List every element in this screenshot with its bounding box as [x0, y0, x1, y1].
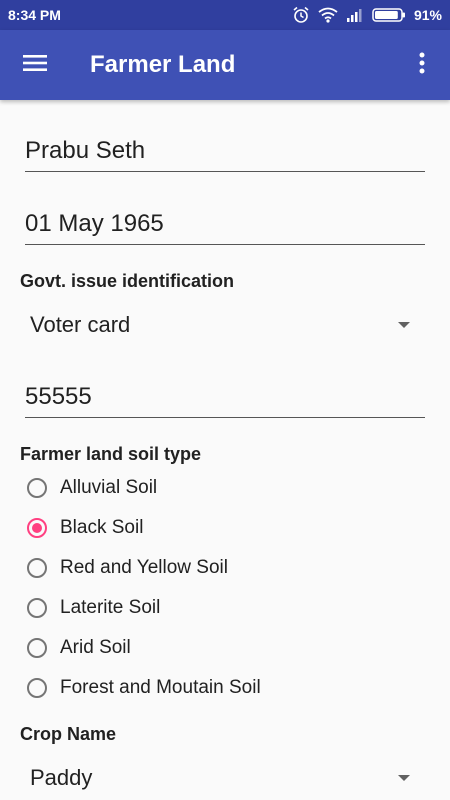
radio-button-icon [27, 558, 47, 578]
govt-id-type-spinner[interactable]: Voter card [20, 303, 420, 347]
radio-label: Black Soil [60, 517, 144, 538]
radio-label: Arid Soil [60, 637, 131, 658]
radio-button-icon [27, 678, 47, 698]
radio-label: Red and Yellow Soil [60, 557, 228, 578]
overflow-menu-button[interactable] [394, 30, 450, 100]
crop-name-label: Crop Name [20, 724, 117, 744]
radio-label: Alluvial Soil [60, 477, 158, 498]
battery-icon [372, 8, 406, 22]
status-bar: 8:34 PM 91% [0, 0, 450, 30]
more-vert-icon [419, 52, 425, 79]
signal-icon [346, 8, 364, 22]
radio-button-icon [27, 478, 47, 498]
dropdown-arrow-icon [398, 775, 410, 781]
radio-black-soil[interactable]: Black Soil [27, 513, 143, 543]
status-icons: 91% [292, 6, 442, 24]
radio-alluvial-soil[interactable]: Alluvial Soil [27, 473, 157, 503]
radio-forest-mountain-soil[interactable]: Forest and Moutain Soil [27, 673, 261, 703]
page-title: Farmer Land [90, 51, 236, 78]
name-field[interactable]: Prabu Seth [25, 130, 425, 172]
menu-button[interactable] [0, 30, 70, 100]
dropdown-arrow-icon [398, 322, 410, 328]
govt-id-label: Govt. issue identification [20, 271, 235, 291]
alarm-icon [292, 6, 310, 24]
radio-label: Forest and Moutain Soil [60, 677, 261, 698]
radio-button-checked-icon [27, 518, 47, 538]
radio-button-icon [27, 638, 47, 658]
farmer-form: Prabu Seth 01 May 1965 Govt. issue ident… [0, 100, 450, 800]
radio-label: Laterite Soil [60, 597, 161, 618]
wifi-icon [318, 7, 338, 23]
crop-name-value: Paddy [30, 765, 93, 790]
govt-id-type-value: Voter card [30, 312, 131, 337]
radio-dot [32, 523, 42, 533]
soil-type-label: Farmer land soil type [20, 444, 202, 464]
dob-field[interactable]: 01 May 1965 [25, 203, 425, 245]
radio-arid-soil[interactable]: Arid Soil [27, 633, 131, 663]
radio-laterite-soil[interactable]: Laterite Soil [27, 593, 160, 623]
govt-id-number-field[interactable]: 55555 [25, 376, 425, 418]
app-bar: Farmer Land [0, 30, 450, 100]
status-time: 8:34 PM [8, 7, 61, 23]
radio-button-icon [27, 598, 47, 618]
radio-red-yellow-soil[interactable]: Red and Yellow Soil [27, 553, 228, 583]
crop-name-spinner[interactable]: Paddy [20, 756, 420, 800]
battery-percent: 91% [413, 7, 442, 23]
hamburger-menu-icon [23, 54, 47, 77]
